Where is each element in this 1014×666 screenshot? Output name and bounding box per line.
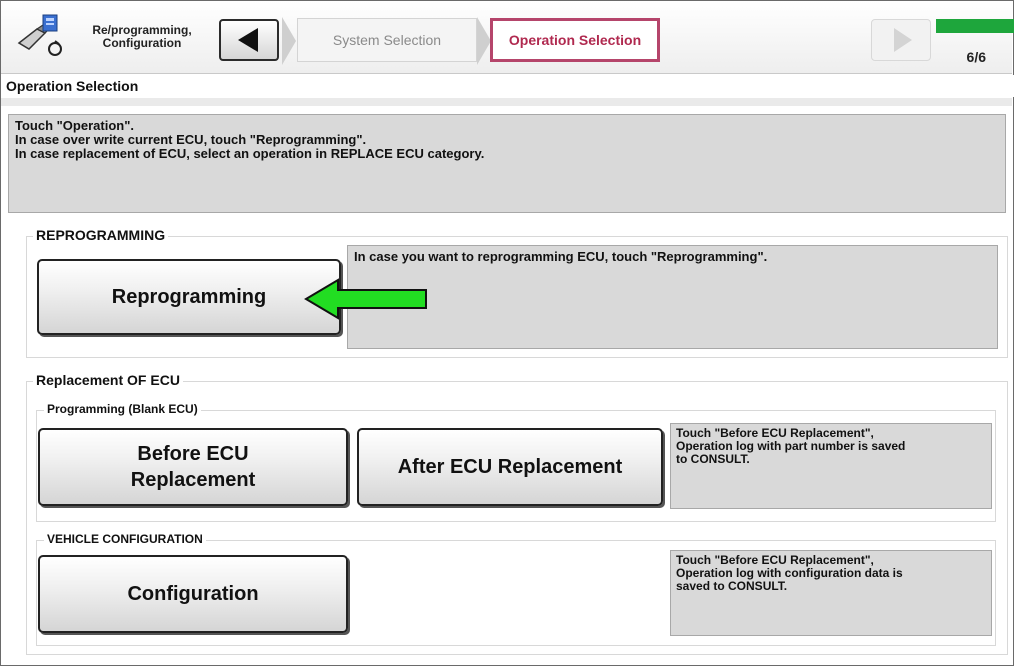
instruction-line: In case over write current ECU, touch "R… (15, 132, 367, 147)
reprogramming-heading: REPROGRAMMING (33, 227, 169, 243)
instruction-line: Touch "Operation". (15, 118, 134, 133)
progress-fill (936, 19, 1014, 33)
step-operation-selection: Operation Selection (490, 18, 660, 62)
back-button[interactable] (219, 19, 279, 61)
after-ecu-replacement-button[interactable]: After ECU Replacement (357, 428, 663, 506)
back-arrow-icon (238, 28, 258, 52)
app-title: Re/programming, Configuration (92, 23, 192, 50)
programming-label: Programming (Blank ECU) (44, 402, 201, 416)
before-button-line: Replacement (130, 469, 256, 491)
before-button-line: Before ECU (137, 443, 249, 465)
reprogramming-button-label: Reprogramming (111, 286, 267, 308)
reprogramming-button[interactable]: Reprogramming (37, 259, 341, 335)
breadcrumb-chevron (282, 17, 296, 65)
progress-counter: 6/6 (966, 49, 986, 65)
info-line: to CONSULT. (676, 452, 750, 466)
reprogramming-app-icon (17, 14, 62, 56)
breadcrumb-chevron (477, 17, 491, 65)
green-pointer-arrow (304, 278, 427, 320)
forward-arrow-icon (894, 28, 912, 52)
instructions-panel: Touch "Operation". In case over write cu… (8, 114, 1006, 213)
progress-bar (936, 19, 1014, 33)
replacement-heading: Replacement OF ECU (33, 372, 183, 388)
programming-info: Touch "Before ECU Replacement", Operatio… (670, 423, 992, 509)
reprogramming-info: In case you want to reprogramming ECU, t… (347, 245, 998, 349)
info-line: saved to CONSULT. (676, 579, 788, 593)
step-system-selection[interactable]: System Selection (297, 18, 477, 62)
toolbar: Re/programming, Configuration System Sel… (1, 1, 1014, 74)
configuration-info: Touch "Before ECU Replacement", Operatio… (670, 550, 992, 636)
vehicle-configuration-label: VEHICLE CONFIGURATION (44, 532, 206, 546)
configuration-button[interactable]: Configuration (38, 555, 348, 633)
title-divider (1, 98, 1012, 106)
before-ecu-replacement-button[interactable]: Before ECU Replacement (38, 428, 348, 506)
forward-button[interactable] (871, 19, 931, 61)
instruction-line: In case replacement of ECU, select an op… (15, 146, 485, 161)
after-button-label: After ECU Replacement (397, 456, 623, 478)
configuration-button-label: Configuration (127, 583, 259, 605)
screen-title: Operation Selection (2, 75, 1014, 97)
